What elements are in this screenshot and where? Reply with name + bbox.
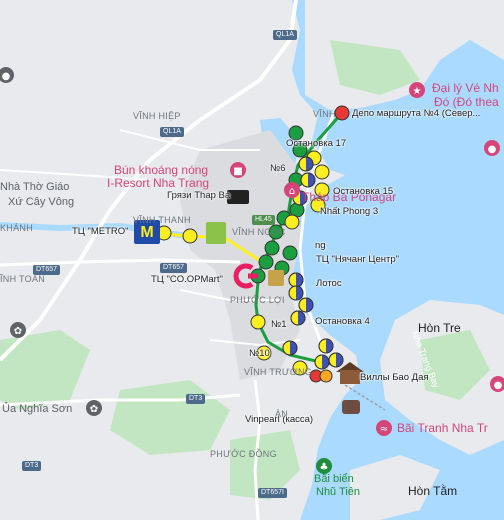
place-label: VĨNH NGỌC [232, 227, 286, 237]
beach-pin-icon[interactable]: ≈ [376, 420, 392, 436]
place-label: VĨNH THANH [133, 215, 191, 225]
place-label: Ủa Nghĩa Sơn [2, 403, 73, 415]
stop-label: Лотос [316, 278, 342, 289]
poi-label: Bún khoáng nóng [114, 163, 209, 177]
bus-stop-marker[interactable] [258, 254, 274, 270]
place-label: PHƯỚC ĐỒNG [210, 449, 277, 459]
svg-text:⌂: ⌂ [289, 186, 295, 197]
svg-text:≈: ≈ [380, 424, 388, 435]
bus-stop-marker[interactable] [288, 272, 304, 288]
pagoda-pin-icon[interactable]: ✿ [86, 400, 102, 416]
svg-text:M: M [140, 224, 153, 241]
svg-text:✿: ✿ [14, 326, 22, 337]
bus-stop-marker[interactable] [282, 340, 298, 356]
temple-pin-icon[interactable]: ⌂ [284, 182, 300, 198]
mud-bath-icon[interactable] [268, 270, 284, 286]
poi-label: Đó (Đó thea [434, 95, 499, 109]
stop-label: ТЦ "METRO" [72, 226, 129, 237]
svg-text:●: ● [488, 144, 497, 155]
bus-stop-marker[interactable] [300, 172, 316, 188]
place-label: Hòn Tằm [408, 484, 458, 498]
place-label: Nhà Thờ Giáo [0, 181, 70, 193]
place-label: KHÁNH [0, 223, 34, 233]
place-label: Hòn Tre [418, 321, 461, 335]
markers-layer[interactable]: M ■ ★ ⌂ ≈ ♣ ✿ ✿ ● ● ● [0, 0, 504, 520]
svg-text:●: ● [2, 71, 11, 82]
poi-label: Đại lý Vé Nh [432, 81, 499, 95]
road-shield: QL1A [160, 127, 184, 137]
place-label: VĨNH [313, 109, 336, 119]
stop-label: Vinpearl (касса) [245, 414, 314, 425]
bus-stop-marker[interactable] [318, 338, 334, 354]
bus-stop-marker[interactable] [284, 214, 300, 230]
bus-stop-marker[interactable] [290, 310, 306, 326]
cable-car-icon[interactable] [342, 400, 360, 414]
poi-label: I-Resort Nha Trang [107, 176, 210, 190]
svg-text:♣: ♣ [320, 462, 329, 473]
svg-text:■: ■ [233, 166, 242, 177]
svg-text:✿: ✿ [90, 404, 98, 415]
place-label: Xứ Cây Vông [8, 196, 75, 208]
stop-label: Остановка 17 [286, 138, 347, 149]
place-label: ĨNH TOÀN [0, 274, 46, 284]
stop-label: №1 [271, 319, 287, 330]
bus-stop-marker[interactable] [298, 297, 314, 313]
stop-label: Депо маршрута №4 (Север... [352, 108, 481, 119]
poi-pin-icon[interactable]: ● [0, 67, 14, 83]
stop-label: ТЦ "Нячанг Центр" [316, 254, 399, 265]
poi-label: Bãi biển [314, 473, 354, 485]
stop-label: ТЦ "CO.OPMart" [151, 274, 223, 285]
stop-label: Виллы Бао Дая [360, 372, 429, 383]
hotel-pin-icon[interactable]: ■ [230, 162, 246, 178]
stop-label: ng [315, 240, 326, 251]
poi-label: Nhũ Tiên [316, 486, 361, 498]
poi-pin-icon[interactable]: ● [490, 376, 504, 392]
road-shield: DT657I [258, 488, 287, 498]
road-shield: QL1A [273, 30, 297, 40]
bus-stop-marker[interactable] [182, 228, 198, 244]
bus-stop-marker[interactable] [288, 285, 304, 301]
poi-label: Bãi Tranh Nha Tr [397, 421, 488, 435]
bus-stop-marker[interactable] [282, 245, 298, 261]
stop-label: Остановка 4 [315, 316, 370, 327]
park-pin-icon[interactable]: ♣ [316, 458, 332, 474]
place-label: VĨNH HIỆP [133, 111, 181, 121]
depot-marker[interactable] [334, 105, 350, 121]
poi-pin-icon[interactable]: ● [484, 140, 500, 156]
svg-text:★: ★ [413, 86, 422, 97]
svg-text:●: ● [494, 380, 503, 391]
bus-stop-marker[interactable] [314, 164, 330, 180]
road-shield: DT3 [22, 461, 42, 471]
stop-label: №6 [270, 163, 286, 174]
stop-label: Остановка 15 [333, 186, 394, 197]
pagoda-pin-icon[interactable]: ✿ [10, 322, 26, 338]
bus-stop-marker[interactable] [314, 354, 330, 370]
bus-stop-marker[interactable] [264, 240, 280, 256]
road-shield: DT657 [33, 265, 61, 275]
stop-label: №10 [249, 348, 270, 359]
map-canvas[interactable]: M ■ ★ ⌂ ≈ ♣ ✿ ✿ ● ● ● Nhà Thờ Giáo Xứ Cây Vông KHÁNH… [0, 0, 504, 520]
place-label: VĨNH TRƯỜNG [244, 367, 313, 377]
road-shield: HL45 [252, 215, 275, 225]
stop-label: Nhất Phong 3 [320, 206, 379, 217]
bus-stop-marker[interactable] [298, 156, 314, 172]
road-shield: DT3 [186, 394, 206, 404]
bigc-logo-icon[interactable] [206, 222, 226, 244]
stop-label: Грязи Thap Ba [167, 190, 231, 201]
bus-stop-marker[interactable] [319, 369, 333, 383]
place-label: PHƯỚC LỢI [230, 295, 285, 305]
bus-icon[interactable] [227, 190, 249, 204]
bus-stop-marker[interactable] [328, 352, 344, 368]
bus-stop-marker[interactable] [250, 314, 266, 330]
lotte-mart-icon[interactable] [233, 263, 258, 289]
road-shield: DT657 [160, 263, 188, 273]
ticket-pin-icon[interactable]: ★ [409, 82, 425, 98]
